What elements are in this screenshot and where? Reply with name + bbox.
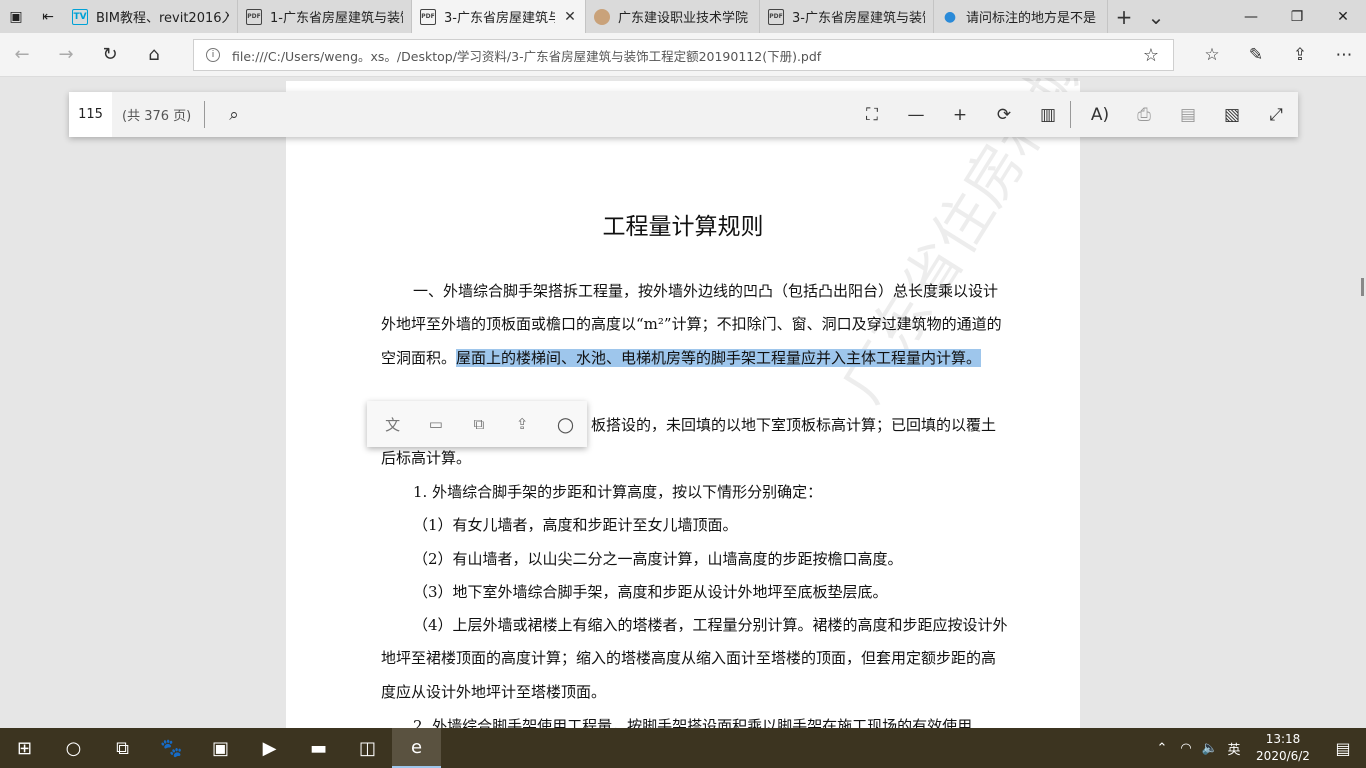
back-icon[interactable]: ← (0, 33, 44, 77)
share-icon[interactable]: ⇪ (1278, 33, 1322, 77)
wifi-icon[interactable]: ◠ (1174, 741, 1198, 756)
bilibili-icon: TV (72, 8, 88, 25)
edge-browser-icon[interactable]: e (392, 728, 441, 768)
browser-actions: ☆ ✎ ⇪ ⋯ (1190, 33, 1366, 77)
page-number-input[interactable]: 115 (69, 92, 112, 137)
page-total: (共 376 页) (122, 109, 192, 124)
close-icon[interactable]: ✕ (1320, 0, 1366, 33)
lightbulb-icon: ● (943, 8, 957, 25)
paragraph-4: （1）有女儿墙者，高度和步距计至女儿墙顶面。 (413, 516, 738, 534)
page-view-icon[interactable]: ▥ (1026, 92, 1070, 137)
tab-label: BIM教程、revit2016入门 (96, 11, 229, 26)
close-tab-icon[interactable]: ✕ (563, 9, 577, 25)
tab-school[interactable]: 广东建设职业技术学院 (586, 0, 760, 33)
baidu-app-icon[interactable]: 🐾 (147, 728, 196, 768)
tab-strip: ▣ ⇤ TV BIM教程、revit2016入门 PDF 1-广东省房屋建筑与装… (0, 0, 1366, 33)
pdf-icon: PDF (246, 8, 262, 25)
tab-pdf-3b[interactable]: PDF 3-广东省房屋建筑与装饰 (760, 0, 934, 33)
input-method[interactable]: 英 (1222, 739, 1246, 758)
url-text: file:///C:/Users/weng。xs。/Desktop/学习资料/3… (232, 48, 822, 64)
tab-pdf-3-active[interactable]: PDF 3-广东省房屋建筑与装饰 ✕ (412, 0, 586, 33)
highlighted-text[interactable]: 屋面上的楼梯间、水池、电梯机房等的脚手架工程量应并入主体工程量内计算。 (456, 348, 982, 367)
volume-icon[interactable]: 🔈 (1198, 741, 1222, 756)
notifications-icon[interactable]: ▤ (1320, 739, 1366, 758)
paragraph-5: （2）有山墙者，以山尖二分之一高度计算，山墙高度的步距按檐口高度。 (413, 550, 903, 568)
pdf-icon: PDF (768, 8, 784, 25)
toolbar-divider (204, 101, 205, 128)
tab-pdf-1[interactable]: PDF 1-广东省房屋建筑与装饰 (238, 0, 412, 33)
print-icon[interactable]: ⎙ (1122, 92, 1166, 137)
fit-to-page-icon[interactable]: ⛶ (850, 92, 894, 137)
translate-icon[interactable]: 文 (371, 401, 414, 447)
paragraph-7: （4）上层外墙或裙楼上有缩入的塔楼者，工程量分别计算。裙楼的高度和步距应按设计外… (381, 616, 1008, 701)
chevron-up-icon[interactable]: ⌃ (1150, 741, 1174, 756)
file-explorer-icon[interactable]: ▬ (294, 728, 343, 768)
windows-start-icon[interactable]: ⊞ (0, 728, 49, 768)
clock-time: 13:18 (1265, 732, 1301, 746)
toolbar-divider (1070, 101, 1071, 128)
new-tab-icon[interactable]: + (1108, 0, 1140, 33)
minimize-icon[interactable]: — (1228, 0, 1274, 33)
clock[interactable]: 13:18 2020/6/2 (1246, 731, 1320, 765)
tab-label: 3-广东省房屋建筑与装饰 (444, 11, 555, 26)
pdf-toolbar: 115 (共 376 页) ⌕ ⛶ — + ⟳ ▥ A) ⎙ ▤ ▧ ⤢ (69, 92, 1298, 137)
home-icon[interactable]: ⌂ (132, 33, 176, 77)
tab-label: 3-广东省房屋建筑与装饰 (792, 11, 925, 26)
document-title: 工程量计算规则 (602, 214, 764, 240)
info-icon[interactable]: i (206, 48, 220, 62)
zoom-out-icon[interactable]: — (894, 92, 938, 137)
read-aloud-icon[interactable]: A) (1078, 92, 1122, 137)
favorites-icon[interactable]: ☆ (1190, 33, 1234, 77)
system-tray: ⌃ ◠ 🔈 英 13:18 2020/6/2 ▤ (1150, 728, 1366, 768)
copy-icon[interactable]: ⧉ (457, 401, 500, 447)
favorite-star-icon[interactable]: ☆ (1129, 45, 1173, 66)
pdf-icon: PDF (420, 8, 436, 25)
rotate-icon[interactable]: ⟳ (982, 92, 1026, 137)
task-view-icon[interactable]: ⧉ (98, 728, 147, 768)
set-tabs-aside-icon[interactable]: ⇤ (32, 0, 64, 33)
refresh-icon[interactable]: ↻ (88, 33, 132, 77)
notes-pen-icon[interactable]: ✎ (1234, 33, 1278, 77)
tab-label: 1-广东省房屋建筑与装饰 (270, 11, 403, 26)
paragraph-8: 2. 外墙综合脚手架使用工程量，按脚手架搭设面积乘以脚手架在施工现场的有效使用 (413, 717, 973, 728)
save-as-icon[interactable]: ▧ (1210, 92, 1254, 137)
clock-date: 2020/6/2 (1256, 749, 1310, 763)
tab-bim[interactable]: TV BIM教程、revit2016入门 (64, 0, 238, 33)
paragraph-3: 1. 外墙综合脚手架的步距和计算高度，按以下情形分别确定： (413, 483, 823, 501)
save-icon[interactable]: ▤ (1166, 92, 1210, 137)
highlight-color-icon[interactable]: ○ (544, 401, 587, 447)
search-icon[interactable]: ○ (49, 728, 98, 768)
paragraph-1: 一、外墙综合脚手架搭拆工程量，按外墙外边线的凹凸（包括凸出阳台）总长度乘以设计外… (381, 275, 1008, 375)
address-bar[interactable]: i file:///C:/Users/weng。xs。/Desktop/学习资料… (193, 39, 1174, 71)
scrollbar-thumb[interactable] (1361, 278, 1364, 296)
selection-popup: 文 ▭ ⧉ ⇪ ○ (367, 401, 587, 447)
forward-icon[interactable]: → (44, 33, 88, 77)
share-icon[interactable]: ⇪ (501, 401, 544, 447)
restore-icon[interactable]: ❐ (1274, 0, 1320, 33)
tab-question[interactable]: ● 请问标注的地方是不是 (934, 0, 1108, 33)
tab-actions-icon[interactable]: ▣ (0, 0, 32, 33)
pdf-viewer: 广东省住房和城乡建设厅 工程量计算规则 一、外墙综合脚手架搭拆工程量，按外墙外边… (0, 78, 1366, 728)
app-icon[interactable]: ◫ (343, 728, 392, 768)
taskbar: ⊞ ○ ⧉ 🐾 ▣ ▶ ▬ ◫ e ⌃ ◠ 🔈 英 13:18 2020/6/2… (0, 728, 1366, 768)
search-icon[interactable]: ⌕ (212, 92, 256, 137)
paragraph-6: （3）地下室外墙综合脚手架，高度和步距从设计外地坪至底板垫层底。 (413, 583, 888, 601)
navigation-bar: ← → ↻ ⌂ i file:///C:/Users/weng。xs。/Desk… (0, 33, 1366, 77)
tab-list-chevron-icon[interactable]: ⌄ (1140, 0, 1172, 33)
add-note-icon[interactable]: ▭ (414, 401, 457, 447)
zoom-in-icon[interactable]: + (938, 92, 982, 137)
pdf-toolbar-right: ⛶ — + ⟳ ▥ A) ⎙ ▤ ▧ ⤢ (850, 92, 1298, 137)
computer-app-icon[interactable]: ▣ (196, 728, 245, 768)
media-player-icon[interactable]: ▶ (245, 728, 294, 768)
school-icon (594, 8, 610, 25)
window-controls: — ❐ ✕ (1228, 0, 1366, 33)
tab-label: 请问标注的地方是不是 (966, 11, 1097, 26)
tab-label: 广东建设职业技术学院 (618, 11, 749, 26)
more-menu-icon[interactable]: ⋯ (1322, 33, 1366, 77)
fullscreen-icon[interactable]: ⤢ (1254, 92, 1298, 137)
